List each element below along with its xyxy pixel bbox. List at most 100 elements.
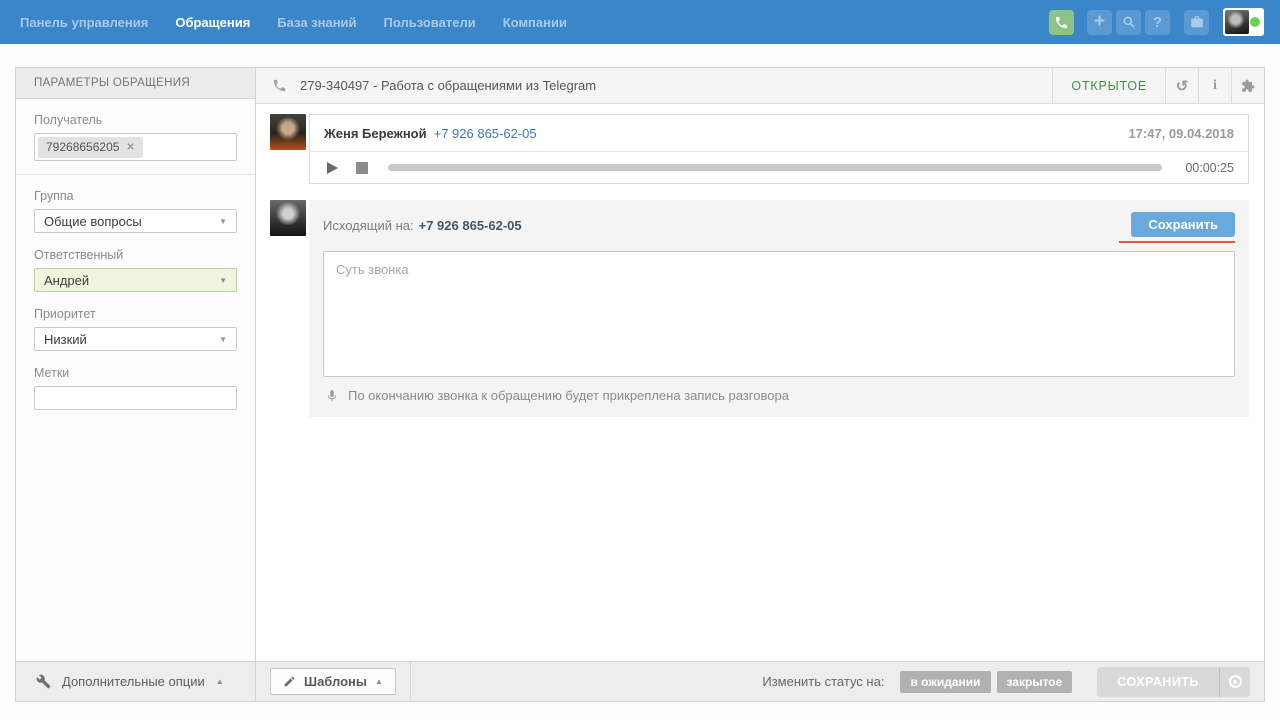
ticket-footer: Шаблоны ▲ Изменить статус на: в ожидании… (256, 661, 1264, 701)
audio-progress-bar[interactable] (388, 164, 1162, 171)
recipient-label: Получатель (34, 113, 103, 127)
phone-icon (1054, 15, 1069, 30)
workspace: ПАРАМЕТРЫ ОБРАЩЕНИЯ Получатель 792686562… (15, 67, 1265, 702)
ticket-parameters-sidebar: ПАРАМЕТРЫ ОБРАЩЕНИЯ Получатель 792686562… (15, 67, 256, 702)
group-select-value: Общие вопросы (44, 213, 142, 229)
chevron-up-icon: ▲ (374, 677, 383, 686)
templates-label: Шаблоны (304, 674, 367, 689)
outgoing-call-composer: Исходящий на: +7 926 865-62-05 Сохранить… (270, 200, 1249, 417)
chevron-down-icon: ▼ (219, 275, 227, 285)
save-underline (1119, 241, 1235, 243)
ticket-header: 279-340497 - Работа с обращениями из Tel… (256, 68, 1264, 104)
add-button[interactable]: + (1087, 9, 1112, 35)
outgoing-phone-number: +7 926 865-62-05 (418, 218, 522, 233)
search-icon (1122, 15, 1136, 29)
priority-label: Приоритет (34, 307, 96, 321)
nav-item-knowledge-base[interactable]: База знаний (277, 15, 356, 30)
nav-item-companies[interactable]: Компании (503, 15, 567, 30)
status-closed-button[interactable]: закрытое (996, 670, 1073, 693)
nav-item-dashboard[interactable]: Панель управления (20, 15, 148, 30)
puzzle-icon (1241, 79, 1255, 93)
top-navigation-bar: Панель управления Обращения База знаний … (0, 0, 1280, 44)
ticket-header-left: 279-340497 - Работа с обращениями из Tel… (256, 68, 1052, 103)
ticket-body: Женя Бережной +7 926 865-62-05 17:47, 09… (256, 104, 1264, 661)
sidebar-fields: Группа Общие вопросы ▼ Ответственный Анд… (16, 175, 255, 410)
chevron-up-icon: ▲ (215, 677, 224, 686)
priority-select[interactable]: Низкий ▼ (34, 327, 237, 351)
group-field: Группа Общие вопросы ▼ (34, 189, 237, 233)
phone-icon (272, 78, 287, 93)
info-icon: i (1213, 77, 1217, 93)
stop-icon[interactable] (356, 161, 368, 174)
ticket-status-badge[interactable]: ОТКРЫТОЕ (1052, 68, 1165, 103)
topbar-button-cluster: + ? (1087, 9, 1170, 35)
save-ticket-button[interactable]: СОХРАНИТЬ (1097, 666, 1219, 697)
tags-input[interactable] (34, 386, 237, 410)
change-status-label: Изменить статус на: (762, 674, 885, 689)
info-button[interactable]: i (1198, 68, 1231, 103)
user-menu[interactable] (1223, 8, 1264, 36)
save-options-button[interactable] (1219, 666, 1250, 697)
call-timestamp: 17:47, 09.04.2018 (1128, 125, 1234, 141)
priority-select-value: Низкий (44, 331, 87, 347)
recording-note: По окончанию звонка к обращению будет пр… (323, 388, 1235, 403)
sidebar-title: ПАРАМЕТРЫ ОБРАЩЕНИЯ (16, 68, 255, 99)
avatar (270, 200, 306, 236)
recipient-chip: 79268656205 ✕ (38, 136, 143, 158)
composer-header-row: Исходящий на: +7 926 865-62-05 Сохранить (323, 212, 1235, 243)
composer-column: Исходящий на: +7 926 865-62-05 Сохранить… (309, 200, 1249, 417)
nav-item-users[interactable]: Пользователи (384, 15, 476, 30)
chevron-down-icon: ▼ (219, 216, 227, 226)
caller-name: Женя Бережной (324, 125, 427, 141)
call-message-box: Женя Бережной +7 926 865-62-05 17:47, 09… (309, 114, 1249, 184)
sidebar-body: Получатель 79268656205 ✕ Группа Общие во… (16, 99, 255, 661)
chip-remove-icon[interactable]: ✕ (126, 142, 134, 153)
call-button[interactable] (1049, 9, 1074, 35)
group-select[interactable]: Общие вопросы ▼ (34, 209, 237, 233)
additional-options-label: Дополнительные опции (62, 674, 205, 689)
tags-field: Метки (34, 366, 237, 410)
audio-duration: 00:00:25 (1185, 160, 1234, 175)
microphone-icon (325, 389, 339, 403)
play-icon[interactable] (327, 161, 338, 174)
merge-button[interactable] (1231, 68, 1264, 103)
history-button[interactable]: ↺ (1165, 68, 1198, 103)
call-summary-textarea[interactable] (323, 251, 1235, 377)
online-status-dot (1250, 17, 1260, 27)
group-label: Группа (34, 189, 74, 203)
record-icon (1228, 675, 1242, 688)
recipient-input[interactable]: 79268656205 ✕ (34, 133, 237, 161)
briefcase-icon (1190, 15, 1204, 29)
help-button[interactable]: ? (1145, 9, 1170, 35)
assignee-label: Ответственный (34, 248, 124, 262)
call-message-column: Женя Бережной +7 926 865-62-05 17:47, 09… (309, 114, 1249, 184)
history-icon: ↺ (1175, 77, 1189, 95)
pencil-icon (283, 675, 296, 688)
avatar (1225, 10, 1249, 34)
priority-field: Приоритет Низкий ▼ (34, 307, 237, 351)
audio-player: 00:00:25 (310, 152, 1248, 183)
assignee-select[interactable]: Андрей ▼ (34, 268, 237, 292)
main-nav: Панель управления Обращения База знаний … (20, 15, 567, 30)
save-note-button[interactable]: Сохранить (1131, 212, 1235, 237)
toolbox-button[interactable] (1184, 9, 1209, 35)
composer-box: Исходящий на: +7 926 865-62-05 Сохранить… (309, 200, 1249, 417)
question-icon: ? (1152, 13, 1163, 31)
avatar (270, 114, 306, 150)
wrench-icon (36, 674, 51, 689)
status-pending-button[interactable]: в ожидании (900, 670, 991, 693)
search-button[interactable] (1116, 9, 1141, 35)
caller-phone-link[interactable]: +7 926 865-62-05 (434, 126, 537, 141)
nav-item-tickets[interactable]: Обращения (175, 15, 250, 30)
assignee-select-value: Андрей (44, 272, 90, 288)
templates-button[interactable]: Шаблоны ▲ (270, 668, 396, 695)
footer-divider (409, 662, 411, 701)
tags-label: Метки (34, 366, 70, 380)
ticket-title: 279-340497 - Работа с обращениями из Tel… (300, 78, 597, 93)
call-message: Женя Бережной +7 926 865-62-05 17:47, 09… (270, 114, 1249, 184)
ticket-panel: 279-340497 - Работа с обращениями из Tel… (256, 67, 1265, 702)
additional-options-toggle[interactable]: Дополнительные опции ▲ (16, 661, 255, 701)
recipient-chip-value: 79268656205 (46, 140, 120, 154)
save-split-button: СОХРАНИТЬ (1097, 666, 1250, 697)
chevron-down-icon: ▼ (219, 334, 227, 344)
